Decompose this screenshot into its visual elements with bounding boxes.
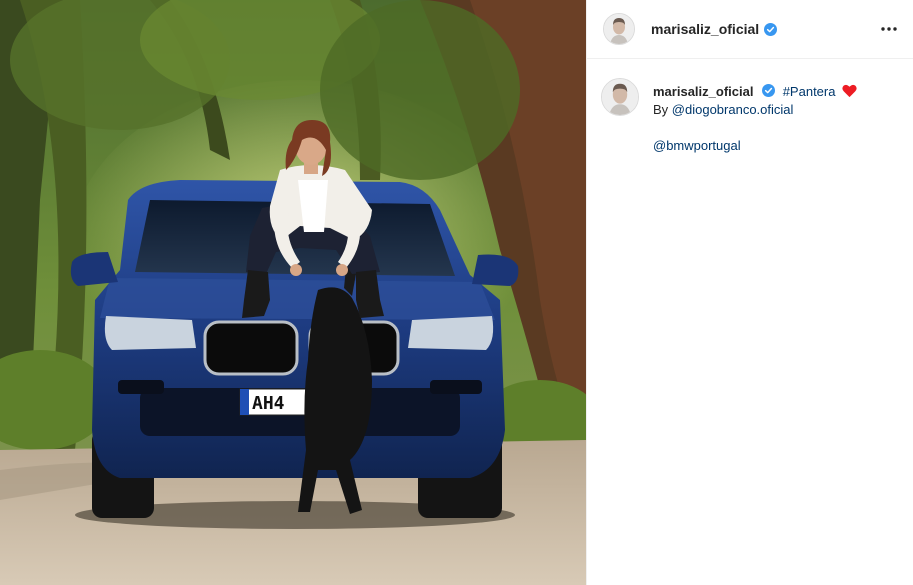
verified-badge-icon — [764, 22, 778, 36]
verified-badge-icon — [762, 84, 776, 97]
caption-credit-line: By @diogobranco.oficial — [653, 101, 857, 119]
brand-mention-link[interactable]: @bmwportugal — [653, 138, 741, 153]
caption-brand-line: @bmwportugal — [653, 137, 857, 155]
post-caption: marisaliz_oficial #Pantera By @diogobran… — [601, 78, 906, 155]
caption-username[interactable]: marisaliz_oficial — [653, 84, 753, 99]
more-horizontal-icon — [881, 27, 897, 31]
license-plate-text: AH4 — [252, 393, 285, 414]
credit-mention-link[interactable]: @diogobranco.oficial — [672, 102, 794, 117]
profile-photo-icon — [604, 14, 634, 44]
instagram-post: AH4 marisaliz_oficial marisaliz_oficial … — [0, 0, 913, 585]
caption-author-avatar[interactable] — [601, 78, 639, 116]
hashtag-link[interactable]: #Pantera — [783, 84, 836, 99]
caption-first-line: marisaliz_oficial #Pantera — [653, 83, 857, 101]
post-header: marisaliz_oficial — [587, 0, 913, 59]
car-photo: AH4 — [0, 0, 586, 585]
author-username[interactable]: marisaliz_oficial — [651, 21, 759, 37]
author-avatar[interactable] — [603, 13, 635, 45]
profile-photo-icon — [602, 79, 638, 115]
caption-text: marisaliz_oficial #Pantera By @diogobran… — [653, 78, 857, 155]
post-side-panel: marisaliz_oficial marisaliz_oficial #Pan… — [586, 0, 913, 585]
more-options-button[interactable] — [874, 14, 904, 44]
red-heart-icon — [842, 84, 857, 98]
caption-by-prefix: By — [653, 102, 672, 117]
post-image[interactable]: AH4 — [0, 0, 586, 585]
